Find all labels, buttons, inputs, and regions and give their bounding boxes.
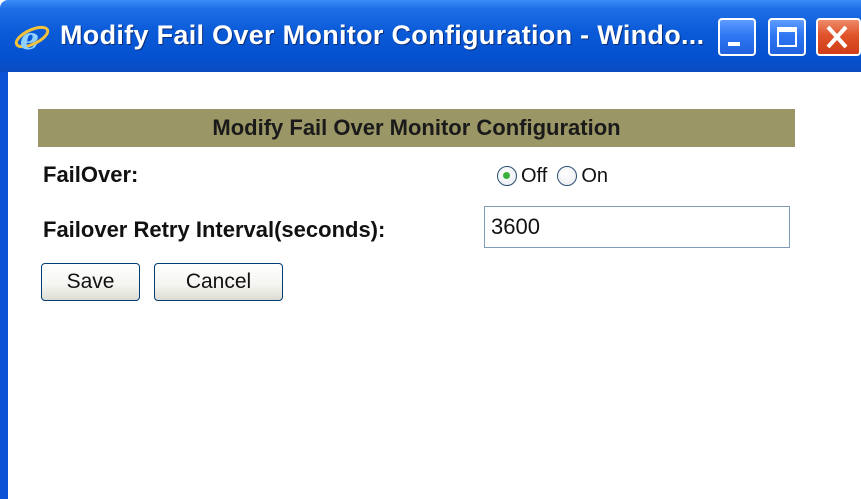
svg-text:e: e — [20, 22, 39, 54]
ie-icon: e — [12, 20, 52, 57]
close-button[interactable] — [816, 18, 861, 56]
minimize-button[interactable] — [718, 18, 756, 56]
window-title: Modify Fail Over Monitor Configuration -… — [60, 20, 705, 50]
minimize-icon — [728, 42, 740, 46]
maximize-button[interactable] — [768, 18, 806, 56]
failover-off-label[interactable]: Off — [521, 165, 547, 188]
dialog-content: Modify Fail Over Monitor Configuration F… — [8, 72, 861, 499]
maximize-icon — [777, 27, 797, 47]
retry-interval-input[interactable] — [484, 206, 790, 248]
popup-window: e Modify Fail Over Monitor Configuration… — [0, 0, 861, 499]
failover-off-radio[interactable] — [497, 166, 517, 186]
save-button[interactable]: Save — [41, 263, 140, 301]
failover-on-radio[interactable] — [557, 166, 578, 186]
retry-interval-label: Failover Retry Interval(seconds): — [43, 217, 386, 242]
form-header: Modify Fail Over Monitor Configuration — [38, 109, 795, 147]
title-bar[interactable]: e Modify Fail Over Monitor Configuration… — [0, 0, 861, 72]
window-border — [0, 72, 8, 499]
failover-radio-group: Off On — [497, 164, 618, 188]
failover-on-label[interactable]: On — [581, 165, 608, 188]
close-icon — [826, 25, 848, 49]
failover-label: FailOver: — [43, 162, 139, 187]
cancel-button[interactable]: Cancel — [154, 263, 283, 301]
